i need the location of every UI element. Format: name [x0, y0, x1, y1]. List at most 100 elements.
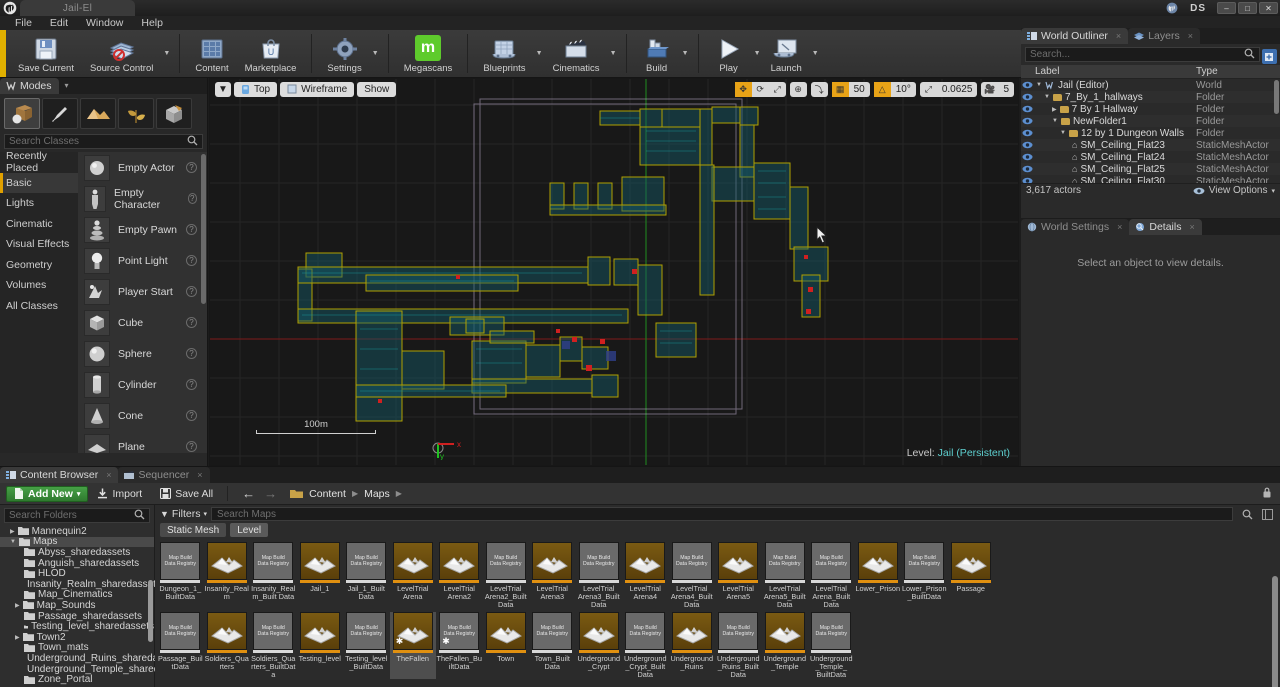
megascans-button[interactable]: m Megascans [396, 30, 461, 77]
folder-tree-scrollbar[interactable] [148, 580, 153, 642]
tab-details[interactable]: Details × [1129, 219, 1202, 235]
asset-tile[interactable]: Testing_level [297, 612, 344, 679]
asset-tile[interactable]: Lower_Prison [855, 542, 902, 609]
visibility-eye-icon[interactable] [1021, 177, 1034, 183]
tab-sequencer[interactable]: Sequencer × [118, 467, 210, 483]
list-item[interactable]: Cube ? [78, 307, 207, 338]
camera-speed-value[interactable]: 5 [998, 82, 1014, 97]
help-icon[interactable]: ? [186, 348, 197, 359]
project-tab[interactable]: Jail-El [20, 0, 135, 16]
outliner-add-button[interactable] [1262, 49, 1277, 64]
filters-button[interactable]: ▼ Filters ▾ [160, 508, 207, 520]
help-icon[interactable]: ? [186, 410, 197, 421]
asset-tile[interactable]: Map Build Data Registry Lower_Prison _Buil… [901, 542, 948, 609]
asset-tile[interactable]: LevelTrial Arena5 [715, 542, 762, 609]
asset-tile[interactable]: Map Build Data Registry ✱ TheFallen_BuiltDa… [436, 612, 483, 679]
expand-triangle-icon[interactable]: ▼ [1060, 130, 1066, 136]
visibility-eye-icon[interactable] [1021, 129, 1034, 137]
list-item[interactable]: Cone ? [78, 400, 207, 431]
geometry-mode-button[interactable] [156, 98, 192, 129]
build-button[interactable]: Build [634, 30, 680, 77]
asset-tile[interactable]: Underground _Crypt [576, 612, 623, 679]
table-row[interactable]: ▼ NewFolder1 Folder [1021, 115, 1280, 127]
folder-search-input[interactable]: Search Folders [4, 508, 150, 523]
filter-chip-level[interactable]: Level [230, 523, 269, 537]
viewport-shading-button[interactable]: Wireframe [280, 81, 355, 97]
folder-tree-item[interactable]: ▼ Maps [0, 536, 154, 547]
foliage-mode-button[interactable] [118, 98, 154, 129]
tab-layers[interactable]: Layers × [1128, 28, 1200, 44]
asset-tile[interactable]: LevelTrial Arena4 [622, 542, 669, 609]
column-label[interactable]: Label [1021, 66, 1196, 77]
source-control-button[interactable]: Source Control [82, 30, 161, 77]
settings-button[interactable]: Settings [319, 30, 369, 77]
cinematics-button[interactable]: Cinematics [545, 30, 608, 77]
blueprints-dropdown[interactable]: ▼ [534, 30, 545, 77]
visibility-eye-icon[interactable] [1021, 117, 1034, 125]
tab-world-settings[interactable]: World Settings × [1021, 219, 1130, 235]
asset-tile[interactable]: Map Build Data Registry Insanity_Realm_Bui… [250, 542, 297, 609]
table-row[interactable]: ▼ Jail (Editor) World [1021, 79, 1280, 91]
filter-chip-static-mesh[interactable]: Static Mesh [160, 523, 227, 537]
asset-tile[interactable]: Soldiers_Quarters [204, 612, 251, 679]
menu-file[interactable]: File [6, 16, 41, 30]
menu-window[interactable]: Window [77, 16, 132, 30]
table-row[interactable]: ▶ 7 By 1 Hallway Folder [1021, 103, 1280, 115]
visibility-eye-icon[interactable] [1021, 165, 1034, 173]
list-item[interactable]: Player Start ? [78, 276, 207, 307]
help-icon[interactable]: ? [186, 317, 197, 328]
table-row[interactable]: ⌂ SM_Ceiling_Flat25 StaticMeshActor [1021, 163, 1280, 175]
list-item[interactable]: Cylinder ? [78, 369, 207, 400]
outliner-view-options-button[interactable]: View Options ▾ [1193, 185, 1275, 196]
table-row[interactable]: ⌂ SM_Ceiling_Flat30 StaticMeshActor [1021, 175, 1280, 183]
asset-tile[interactable]: LevelTrial Arena3 [529, 542, 576, 609]
folder-tree-item[interactable]: Abyss_sharedassets [0, 547, 154, 558]
level-viewport[interactable]: ▼ Top Wireframe Show ✥ ⟳ ⤢ ⊕ ⤵ ▦ 50 △ 10… [209, 78, 1019, 466]
asset-tile[interactable]: LevelTrial Arena [390, 542, 437, 609]
list-item[interactable]: Point Light ? [78, 245, 207, 276]
asset-tile[interactable]: Passage [948, 542, 995, 609]
asset-tile[interactable]: Map Build Data Registry Dungeon_1_BuiltDat… [157, 542, 204, 609]
viewport-show-button[interactable]: Show [357, 81, 397, 97]
close-icon[interactable]: × [197, 470, 202, 480]
paint-mode-button[interactable] [42, 98, 78, 129]
expand-triangle-icon[interactable]: ▶ [15, 634, 20, 641]
asset-tile[interactable]: Town [483, 612, 530, 679]
help-icon[interactable]: ? [186, 379, 197, 390]
asset-tile[interactable]: Underground _Ruins [669, 612, 716, 679]
category-basic[interactable]: Basic [0, 172, 78, 193]
expand-triangle-icon[interactable]: ▼ [1044, 94, 1050, 100]
folder-tree-item[interactable]: Underground_Ruins_sharedassets [0, 653, 182, 664]
minimize-button[interactable]: – [1217, 2, 1236, 14]
list-item[interactable]: Sphere ? [78, 338, 207, 369]
rotate-mode-icon[interactable]: ⟳ [752, 82, 769, 97]
collapse-triangle-icon[interactable]: ▶ [1052, 106, 1057, 113]
help-icon[interactable]: ? [186, 255, 197, 266]
menu-help[interactable]: Help [132, 16, 172, 30]
asset-tile[interactable]: Map Build Data Registry Passage_BuiltData [157, 612, 204, 679]
asset-tile[interactable]: Underground _Temple [762, 612, 809, 679]
help-icon[interactable]: ? [186, 286, 197, 297]
close-button[interactable]: ✕ [1259, 2, 1278, 14]
folder-tree-item[interactable]: HLOD [0, 568, 154, 579]
table-row[interactable]: ⌂ SM_Ceiling_Flat23 StaticMeshActor [1021, 139, 1280, 151]
scale-snap-value[interactable]: 0.0625 [937, 82, 978, 97]
lock-button[interactable] [1262, 487, 1272, 501]
visibility-eye-icon[interactable] [1021, 93, 1034, 101]
asset-settings-icon[interactable] [1259, 508, 1275, 520]
viewport-camera-button[interactable]: Top [234, 81, 278, 97]
folder-tree-item[interactable]: Anguish_sharedassets [0, 558, 154, 569]
folder-tree-item[interactable]: Zone_Portal [0, 674, 154, 685]
save-all-button[interactable]: Save All [151, 488, 222, 500]
table-row[interactable]: ⌂ SM_Ceiling_Flat24 StaticMeshActor [1021, 151, 1280, 163]
folder-tree-item[interactable]: Town_mats [0, 642, 154, 653]
viewport-canvas[interactable] [210, 79, 1018, 465]
landscape-mode-button[interactable] [80, 98, 116, 129]
asset-tile[interactable]: Map Build Data Registry Testing_level _Bui… [343, 612, 390, 679]
help-icon[interactable]: ? [186, 224, 197, 235]
category-lights[interactable]: Lights [0, 193, 78, 214]
history-back-button[interactable]: ← [233, 486, 264, 501]
folder-tree-item[interactable]: Insanity_Realm_sharedassets [0, 579, 161, 590]
expand-triangle-icon[interactable]: ▼ [1052, 118, 1058, 124]
folder-tree-item[interactable]: Underground_Temple_sharedassets [0, 664, 188, 675]
